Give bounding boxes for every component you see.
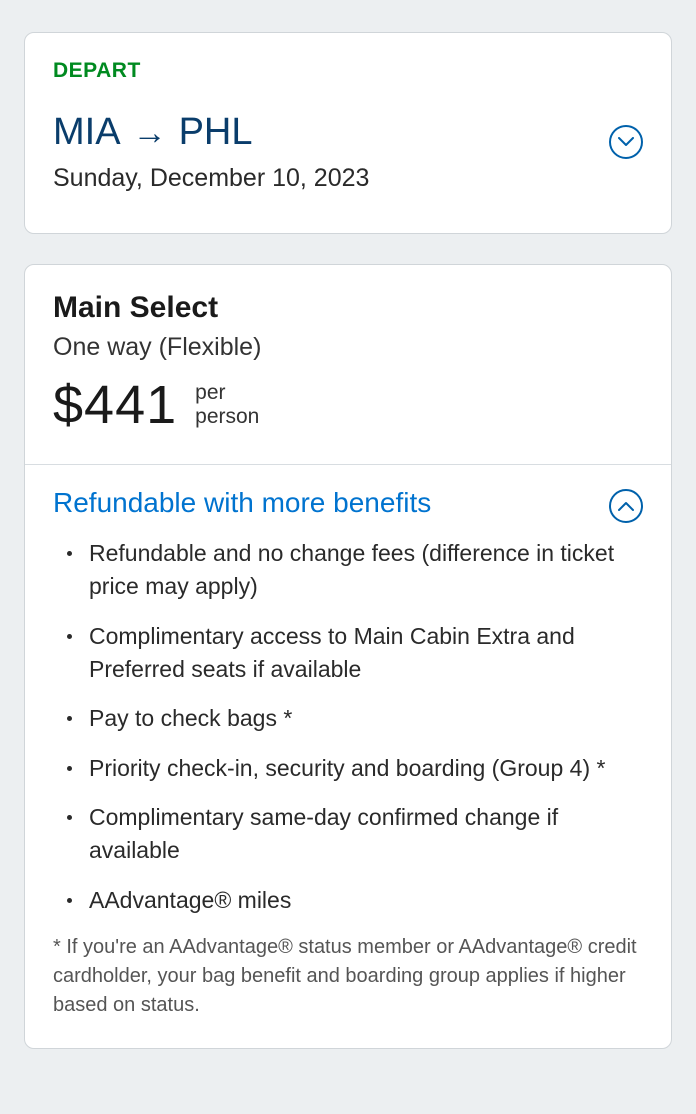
depart-card: DEPART MIA → PHL Sunday, December 10, 20… bbox=[24, 32, 672, 234]
route: MIA → PHL bbox=[53, 111, 643, 154]
benefits-footnote: * If you're an AAdvantage® status member… bbox=[53, 933, 643, 1020]
fare-card: Main Select One way (Flexible) $441 per … bbox=[24, 264, 672, 1049]
depart-label: DEPART bbox=[53, 59, 643, 83]
fare-name: Main Select bbox=[53, 291, 643, 325]
arrow-right-icon: → bbox=[133, 116, 167, 150]
price-amount: $441 bbox=[53, 374, 177, 436]
list-item: Complimentary same-day confirmed change … bbox=[63, 801, 643, 868]
list-item: Priority check-in, security and boarding… bbox=[63, 752, 643, 785]
depart-date: Sunday, December 10, 2023 bbox=[53, 164, 643, 193]
benefits-list: Refundable and no change fees (differenc… bbox=[53, 537, 643, 917]
origin-code: MIA bbox=[53, 111, 121, 154]
fare-type: One way (Flexible) bbox=[53, 333, 643, 362]
expand-depart-button[interactable] bbox=[609, 125, 643, 159]
list-item: Complimentary access to Main Cabin Extra… bbox=[63, 620, 643, 687]
fare-header: Main Select One way (Flexible) $441 per … bbox=[25, 265, 671, 464]
per-line-2: person bbox=[195, 405, 259, 429]
price-row: $441 per person bbox=[53, 374, 643, 436]
list-item: AAdvantage® miles bbox=[63, 884, 643, 917]
collapse-benefits-button[interactable] bbox=[609, 489, 643, 523]
chevron-up-icon bbox=[618, 501, 634, 511]
list-item: Pay to check bags * bbox=[63, 702, 643, 735]
price-unit: per person bbox=[195, 381, 259, 429]
benefits-section: Refundable with more benefits Refundable… bbox=[25, 465, 671, 1048]
destination-code: PHL bbox=[179, 111, 253, 154]
per-line-1: per bbox=[195, 381, 259, 405]
chevron-down-icon bbox=[618, 137, 634, 147]
list-item: Refundable and no change fees (differenc… bbox=[63, 537, 643, 604]
benefits-title: Refundable with more benefits bbox=[53, 487, 643, 519]
